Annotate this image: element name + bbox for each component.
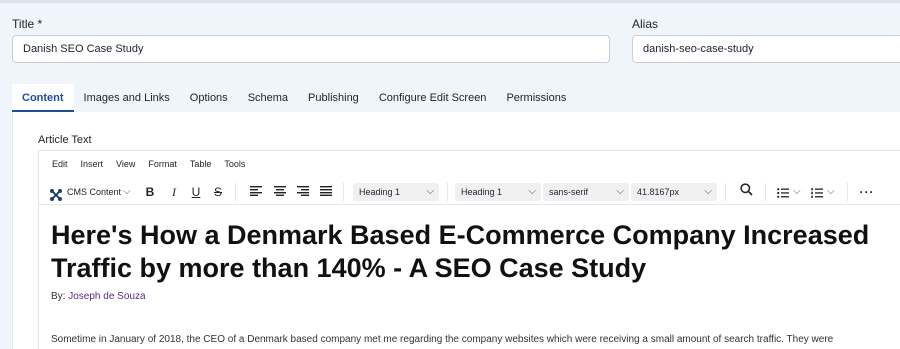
font-size-select[interactable]: 41.8167px ⌵	[631, 183, 717, 201]
align-justify-icon[interactable]	[317, 179, 335, 205]
tab-options[interactable]: Options	[180, 84, 238, 112]
rich-text-editor: Edit Insert View Format Table Tools CMS …	[38, 150, 900, 349]
bullet-list-button[interactable]: ⌵	[775, 179, 805, 205]
bold-icon[interactable]: B	[141, 179, 159, 205]
article-text-label: Article Text	[38, 134, 92, 146]
title-input[interactable]: Danish SEO Case Study	[12, 35, 610, 63]
editor-menubar: Edit Insert View Format Table Tools	[39, 159, 245, 173]
toolbar-separator	[235, 183, 236, 201]
more-icon[interactable]: ···	[857, 179, 877, 205]
font-family-select[interactable]: sans-serif ⌵	[543, 183, 629, 201]
tab-images-and-links[interactable]: Images and Links	[74, 84, 180, 112]
editor-toolbar: CMS Content ⌵ B I U S Heading 1 ⌵ Headin…	[39, 179, 900, 205]
author-link[interactable]: Joseph de Souza	[68, 291, 145, 302]
chevron-down-icon: ⌵	[616, 186, 624, 197]
chevron-down-icon: ⌵	[793, 186, 801, 197]
toolbar-separator	[765, 183, 766, 201]
styles-select[interactable]: Heading 1 ⌵	[455, 183, 541, 201]
menu-table[interactable]: Table	[190, 159, 212, 173]
byline-prefix: By:	[51, 291, 66, 302]
menu-edit[interactable]: Edit	[52, 159, 68, 173]
align-left-icon[interactable]	[247, 179, 265, 205]
menu-insert[interactable]: Insert	[81, 159, 104, 173]
chevron-down-icon: ⌵	[827, 186, 835, 197]
joomla-icon	[49, 185, 63, 211]
menu-tools[interactable]: Tools	[224, 159, 245, 173]
chevron-down-icon: ⌵	[704, 186, 712, 197]
search-icon[interactable]	[736, 179, 756, 205]
block-format-select[interactable]: Heading 1 ⌵	[353, 183, 439, 201]
cms-content-label: CMS Content	[67, 187, 122, 197]
chevron-down-icon: ⌵	[123, 186, 131, 197]
tab-configure-edit-screen[interactable]: Configure Edit Screen	[369, 84, 497, 112]
block-format-value: Heading 1	[359, 187, 401, 197]
alias-input[interactable]: danish-seo-case-study	[632, 35, 900, 63]
cms-content-button[interactable]: CMS Content ⌵	[49, 179, 139, 205]
toolbar-separator	[725, 183, 726, 201]
tab-permissions[interactable]: Permissions	[496, 84, 576, 112]
numbered-list-button[interactable]: ⌵	[809, 179, 839, 205]
alias-label: Alias	[632, 17, 659, 31]
italic-icon[interactable]: I	[165, 179, 183, 205]
font-size-value: 41.8167px	[637, 187, 680, 197]
bullet-list-icon	[777, 181, 789, 207]
tab-schema[interactable]: Schema	[238, 84, 298, 112]
article-heading: Here's How a Denmark Based E-Commerce Co…	[51, 220, 870, 283]
toolbar-separator	[847, 183, 848, 201]
strikethrough-icon[interactable]: S	[209, 179, 227, 205]
article-paragraph: Sometime in January of 2018, the CEO of …	[51, 334, 834, 345]
toolbar-separator	[343, 183, 344, 201]
align-center-icon[interactable]	[271, 179, 289, 205]
chevron-down-icon: ⌵	[426, 186, 434, 197]
title-label: Title *	[12, 17, 43, 31]
chevron-down-icon: ⌵	[528, 186, 536, 197]
underline-icon[interactable]: U	[187, 179, 205, 205]
tab-publishing[interactable]: Publishing	[298, 84, 369, 112]
styles-value: Heading 1	[461, 187, 503, 197]
align-right-icon[interactable]	[294, 179, 312, 205]
font-family-value: sans-serif	[549, 187, 589, 197]
menu-format[interactable]: Format	[148, 159, 177, 173]
edit-tabs: Content Images and Links Options Schema …	[0, 84, 900, 112]
numbered-list-icon	[811, 181, 823, 207]
top-divider	[0, 0, 900, 3]
toolbar-separator	[447, 183, 448, 201]
byline: By: Joseph de Souza	[51, 291, 146, 302]
menu-view[interactable]: View	[116, 159, 135, 173]
tab-content[interactable]: Content	[12, 84, 74, 112]
